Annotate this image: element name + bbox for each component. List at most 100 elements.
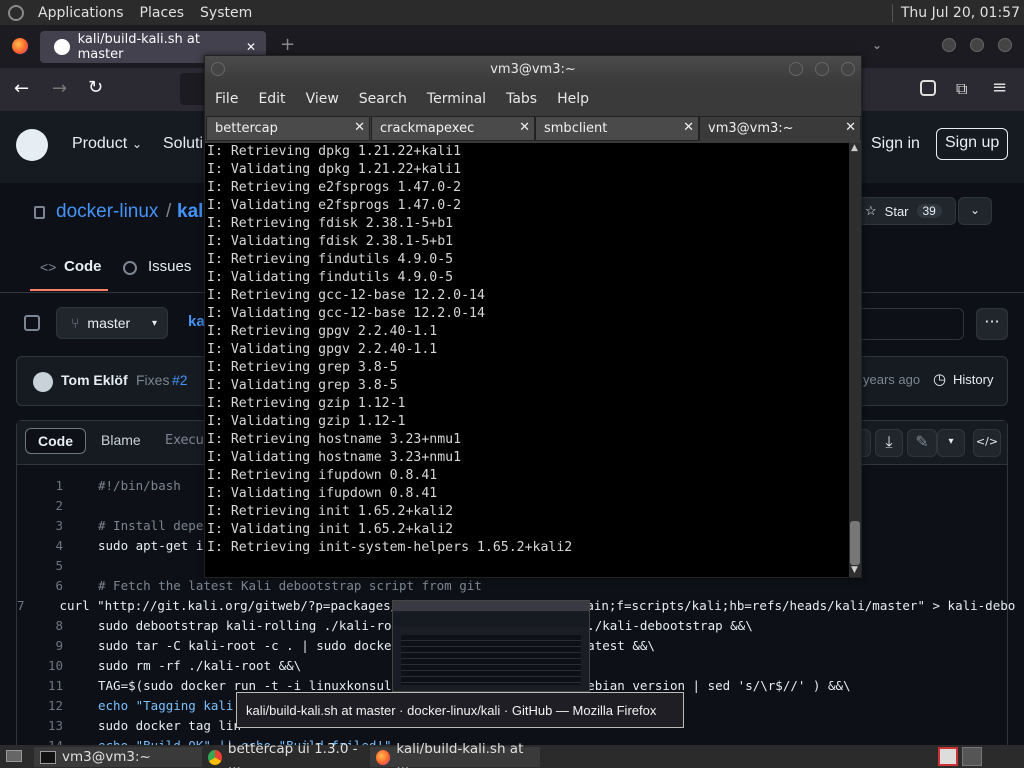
clock[interactable]: Thu Jul 20, 01:57 (893, 5, 1024, 21)
symbols-icon[interactable]: </> (973, 429, 1001, 457)
line-number[interactable]: 12 (17, 698, 63, 713)
places-menu[interactable]: Places (132, 5, 193, 21)
line-number[interactable]: 6 (17, 578, 63, 593)
menu-icon[interactable]: ≡ (992, 77, 1007, 98)
terminal-menubar: File Edit View Search Terminal Tabs Help (205, 84, 861, 114)
taskbar-item-bettercap[interactable]: bettercap ui 1.3.0 - ... (202, 741, 370, 768)
maximize-icon[interactable] (970, 38, 984, 52)
terminal-line: I: Retrieving findutils 4.9.0-5 (207, 252, 454, 267)
forward-icon[interactable]: → (52, 78, 67, 99)
edit-dropdown-icon[interactable]: ▾ (937, 429, 965, 457)
minimize-icon[interactable] (942, 38, 956, 52)
pocket-icon[interactable] (920, 80, 936, 96)
view-blame-button[interactable]: Blame (101, 432, 141, 448)
workspace-switcher-icon[interactable] (938, 747, 958, 766)
edit-icon[interactable]: ✎ (907, 429, 937, 457)
scroll-down-icon[interactable]: ▼ (851, 565, 858, 575)
scroll-thumb[interactable] (850, 521, 860, 565)
terminal-scrollbar[interactable]: ▲ ▼ (849, 143, 861, 577)
commit-author[interactable]: Tom Eklöf (61, 372, 128, 388)
close-window-icon[interactable] (841, 62, 855, 76)
line-number[interactable]: 3 (17, 518, 63, 533)
terminal-tab-active[interactable]: vm3@vm3:~ ✕ (699, 116, 861, 141)
close-icon[interactable]: ✕ (845, 120, 856, 135)
back-icon[interactable]: ← (14, 78, 29, 99)
close-icon[interactable]: ✕ (354, 120, 365, 135)
firefox-icon (376, 749, 391, 765)
window-tooltip: kali/build-kali.sh at master · docker-li… (236, 692, 684, 728)
file-breadcrumb[interactable]: ka (188, 313, 205, 330)
workspace-2-icon[interactable] (962, 747, 982, 766)
terminal-titlebar[interactable]: vm3@vm3:~ (205, 56, 861, 84)
system-menu[interactable]: System (192, 5, 260, 21)
close-icon[interactable]: ✕ (519, 120, 530, 135)
menu-tabs[interactable]: Tabs (496, 91, 547, 107)
terminal-output[interactable]: I: Retrieving dpkg 1.21.22+kali1 I: Valid… (205, 143, 849, 577)
terminal-line: I: Retrieving hostname 3.23+nmu1 (207, 432, 462, 447)
taskbar-item-firefox[interactable]: kali/build-kali.sh at ... (370, 741, 540, 768)
menu-file[interactable]: File (205, 91, 248, 107)
nav-product[interactable]: Product (72, 135, 127, 153)
tab-list-icon[interactable]: ⌄ (872, 38, 882, 52)
show-desktop-icon[interactable] (6, 750, 22, 762)
code-tab-icon: <> (40, 259, 57, 275)
repo-owner-link[interactable]: docker-linux (56, 201, 158, 223)
terminal-tab-crackmapexec[interactable]: crackmapexec ✕ (371, 116, 535, 141)
commit-message[interactable]: Fixes (136, 372, 169, 388)
menu-search[interactable]: Search (349, 91, 417, 107)
branch-selector[interactable]: ⑂ master ▾ (56, 307, 168, 339)
kali-logo-icon[interactable] (8, 4, 24, 21)
download-icon[interactable]: ⤓ (875, 429, 903, 457)
tab-code[interactable]: Code (64, 258, 102, 275)
line-number[interactable]: 4 (17, 538, 63, 553)
history-link[interactable]: History (953, 372, 993, 387)
branch-icon: ⑂ (71, 315, 80, 331)
avatar[interactable] (33, 372, 53, 392)
line-number[interactable]: 5 (17, 558, 63, 573)
window-preview-thumbnail[interactable] (392, 600, 590, 692)
more-options-button[interactable]: ··· (976, 308, 1008, 340)
line-number[interactable]: 2 (17, 498, 63, 513)
menu-edit[interactable]: Edit (248, 91, 295, 107)
window-menu-icon[interactable] (211, 62, 225, 76)
view-code-button[interactable]: Code (25, 428, 86, 454)
taskbar-item-terminal[interactable]: vm3@vm3:~ (34, 747, 202, 767)
terminal-line: I: Validating fdisk 2.38.1-5+b1 (207, 234, 454, 249)
tab-issues[interactable]: Issues (148, 258, 191, 275)
sign-up-button[interactable]: Sign up (936, 128, 1009, 160)
close-icon[interactable]: ✕ (683, 120, 694, 135)
maximize-icon[interactable] (815, 62, 829, 76)
github-logo-icon[interactable] (16, 129, 48, 161)
line-number[interactable]: 8 (17, 618, 63, 633)
menu-help[interactable]: Help (547, 91, 599, 107)
line-number[interactable]: 11 (17, 678, 63, 693)
terminal-line: I: Retrieving fdisk 2.38.1-5+b1 (207, 216, 454, 231)
line-number[interactable]: 7 (17, 598, 25, 613)
sidebar-toggle-icon[interactable] (24, 315, 40, 331)
firefox-icon[interactable] (12, 38, 28, 54)
nav-solutions[interactable]: Soluti (163, 135, 203, 153)
commit-ref-link[interactable]: #2 (172, 372, 188, 388)
line-number[interactable]: 13 (17, 718, 63, 733)
line-number[interactable]: 1 (17, 478, 63, 493)
line-number[interactable]: 9 (17, 638, 63, 653)
repo-icon (34, 206, 45, 219)
terminal-tab-smbclient[interactable]: smbclient ✕ (535, 116, 699, 141)
star-dropdown[interactable]: ⌄ (958, 197, 992, 225)
terminal-line: I: Retrieving gcc-12-base 12.2.0-14 (207, 288, 485, 303)
minimize-icon[interactable] (789, 62, 803, 76)
extensions-icon[interactable]: ⧉ (956, 79, 967, 99)
terminal-tab-bettercap[interactable]: bettercap ✕ (206, 116, 370, 141)
menu-terminal[interactable]: Terminal (417, 91, 496, 107)
new-tab-icon[interactable]: + (280, 34, 295, 55)
close-window-icon[interactable] (998, 38, 1012, 52)
reload-icon[interactable]: ↻ (88, 77, 103, 98)
scroll-up-icon[interactable]: ▲ (851, 143, 858, 153)
close-tab-icon[interactable]: ✕ (246, 40, 256, 54)
applications-menu[interactable]: Applications (30, 5, 132, 21)
sign-in-link[interactable]: Sign in (871, 135, 920, 153)
menu-view[interactable]: View (296, 91, 349, 107)
terminal-line: I: Validating gpgv 2.2.40-1.1 (207, 342, 438, 357)
star-button[interactable]: ☆ Star 39 (858, 197, 956, 225)
line-number[interactable]: 10 (17, 658, 63, 673)
